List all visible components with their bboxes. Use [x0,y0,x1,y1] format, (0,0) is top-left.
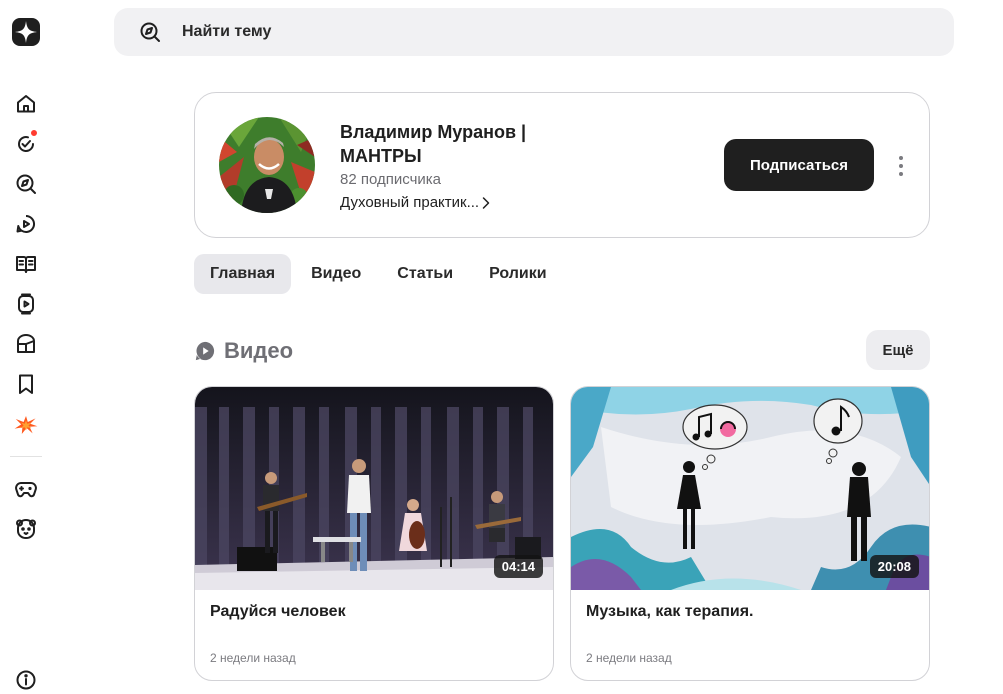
info-icon[interactable] [13,667,39,693]
logo-icon[interactable] [12,18,40,46]
video-thumbnail[interactable]: 04:14 [195,387,553,590]
tab-videos[interactable]: Видео [295,254,377,294]
home-icon[interactable] [13,91,39,117]
video-duration: 04:14 [493,555,543,578]
video-duration: 20:08 [869,555,919,578]
bear-icon[interactable] [13,516,39,542]
video-thumbnail[interactable]: 20:08 [571,387,929,590]
section-title: Видео [194,338,293,364]
channel-name[interactable]: Владимир Муранов | МАНТРЫ [340,120,600,168]
articles-icon[interactable] [13,251,39,277]
video-card[interactable]: 04:14 Радуйся человек 2 недели назад [194,386,554,681]
flash-icon[interactable] [6,409,46,441]
video-age: 2 недели назад [586,651,672,665]
search-bar[interactable]: Найти тему [114,8,954,56]
shorts-icon[interactable] [13,291,39,317]
video-title[interactable]: Музыка, как терапия. [586,603,753,621]
left-rail [0,0,54,694]
search-placeholder: Найти тему [182,23,272,40]
video-card[interactable]: 20:08 Музыка, как терапия. 2 недели наза… [570,386,930,681]
video-icon[interactable] [13,211,39,237]
more-options-icon[interactable] [891,151,911,181]
section-title-text: Видео [224,338,294,363]
channel-tabs: Главная Видео Статьи Ролики [194,254,567,294]
rail-divider [10,456,42,457]
channel-description[interactable]: Духовный практик... [340,194,491,211]
subscribe-button[interactable]: Подписаться [724,139,874,191]
bookmark-icon[interactable] [13,371,39,397]
tab-shorts[interactable]: Ролики [473,254,563,294]
subscriber-count: 82 подписчика [340,171,442,188]
subscriptions-icon[interactable] [13,129,39,157]
search-icon [138,20,162,44]
channel-avatar[interactable] [219,117,315,213]
video-title[interactable]: Радуйся человек [210,603,346,621]
more-button[interactable]: Ещё [866,330,930,370]
tab-home[interactable]: Главная [194,254,292,294]
chevron-right-icon [481,196,491,210]
video-age: 2 недели назад [210,651,296,665]
video-section-icon [194,340,216,362]
explore-icon[interactable] [13,171,39,197]
channel-card: Владимир Муранов | МАНТРЫ 82 подписчика … [194,92,930,238]
gamepad-icon[interactable] [13,476,39,502]
cube-icon[interactable] [13,331,39,357]
tab-articles[interactable]: Статьи [381,254,469,294]
channel-description-text: Духовный практик... [340,194,480,211]
